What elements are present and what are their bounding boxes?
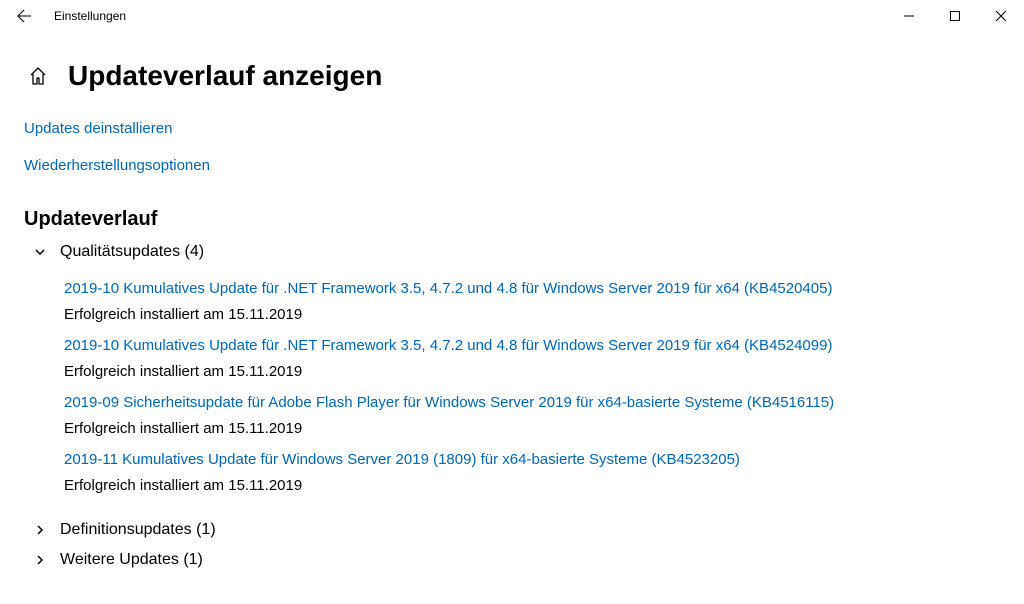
recovery-options-link[interactable]: Wiederherstellungsoptionen [24,157,210,174]
category-quality-updates[interactable]: Qualitätsupdates (4) [24,237,1000,267]
update-status: Erfolgreich installiert am 15.11.2019 [64,362,1000,382]
chevron-right-icon [32,552,48,568]
page-header: Updateverlauf anzeigen [24,60,1000,92]
history-section-title: Updateverlauf [24,208,1000,231]
uninstall-updates-link[interactable]: Updates deinstallieren [24,120,172,137]
app-title: Einstellungen [48,9,126,23]
update-item: 2019-10 Kumulatives Update für .NET Fram… [64,279,1000,324]
update-title-link[interactable]: 2019-09 Sicherheitsupdate für Adobe Flas… [64,393,1000,413]
minimize-button[interactable] [886,0,932,32]
home-icon [29,67,47,85]
home-button[interactable] [28,66,48,86]
update-item: 2019-09 Sicherheitsupdate für Adobe Flas… [64,393,1000,438]
quality-updates-list: 2019-10 Kumulatives Update für .NET Fram… [64,279,1000,495]
update-title-link[interactable]: 2019-11 Kumulatives Update für Windows S… [64,450,1000,470]
maximize-button[interactable] [932,0,978,32]
update-item: 2019-10 Kumulatives Update für .NET Fram… [64,336,1000,381]
maximize-icon [950,11,960,21]
update-status: Erfolgreich installiert am 15.11.2019 [64,476,1000,496]
back-button[interactable] [0,0,48,32]
update-status: Erfolgreich installiert am 15.11.2019 [64,419,1000,439]
category-label: Definitionsupdates (1) [60,521,216,539]
window-controls [886,0,1024,32]
category-label: Weitere Updates (1) [60,551,203,569]
category-other-updates[interactable]: Weitere Updates (1) [24,545,1000,575]
category-label: Qualitätsupdates (4) [60,243,204,261]
update-item: 2019-11 Kumulatives Update für Windows S… [64,450,1000,495]
arrow-left-icon [16,8,32,24]
minimize-icon [904,11,914,21]
chevron-down-icon [32,244,48,260]
category-definition-updates[interactable]: Definitionsupdates (1) [24,515,1000,545]
update-title-link[interactable]: 2019-10 Kumulatives Update für .NET Fram… [64,336,1000,356]
titlebar-left: Einstellungen [0,0,126,32]
update-status: Erfolgreich installiert am 15.11.2019 [64,305,1000,325]
page-title: Updateverlauf anzeigen [68,60,382,92]
chevron-right-icon [32,522,48,538]
update-title-link[interactable]: 2019-10 Kumulatives Update für .NET Fram… [64,279,1000,299]
close-icon [996,11,1006,21]
titlebar: Einstellungen [0,0,1024,32]
content-area: Updateverlauf anzeigen Updates deinstall… [0,32,1024,575]
close-button[interactable] [978,0,1024,32]
